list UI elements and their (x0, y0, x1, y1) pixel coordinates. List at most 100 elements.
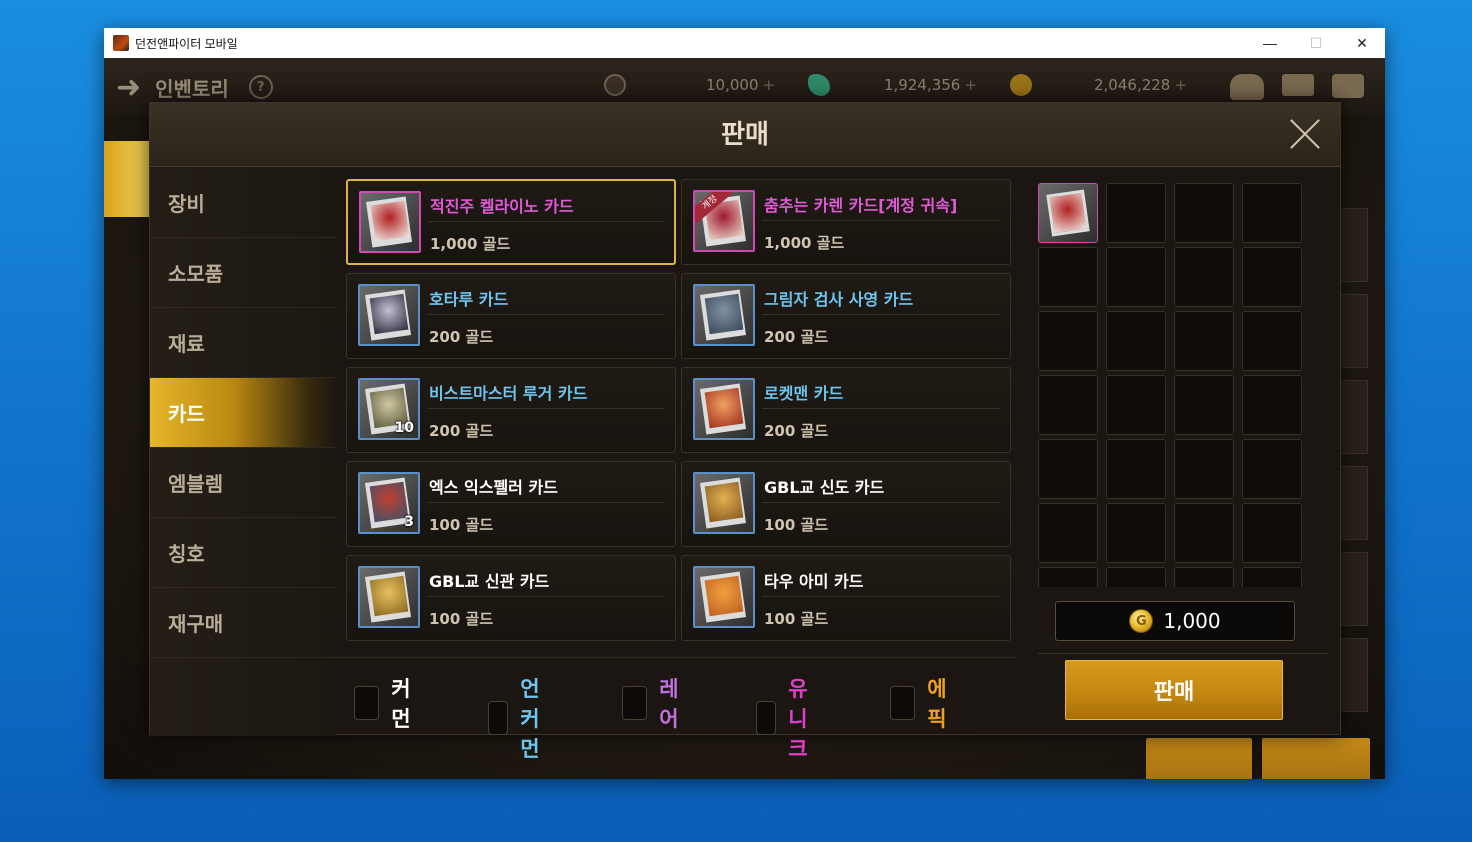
filter-label: 언커먼 (520, 677, 540, 761)
close-icon[interactable] (1288, 117, 1322, 151)
gold-coin-icon: G (1129, 609, 1154, 633)
card-divider (762, 596, 1000, 597)
card-art (369, 481, 409, 523)
background-button (1146, 738, 1252, 779)
menu-item-cards[interactable]: 카드 (150, 378, 336, 448)
filter-checkbox[interactable] (488, 701, 509, 735)
card-item[interactable]: GBL교 신도 카드 100 골드 (681, 461, 1011, 547)
background-item (1340, 552, 1368, 626)
currency-1-value: 10,000 + (706, 76, 776, 94)
sell-slot-empty[interactable] (1106, 439, 1166, 499)
card-price: 1,000 골드 (430, 235, 511, 253)
card-list: 적진주 켈라이노 카드 1,000 골드 계정 춤추는 카렌 카드[계정 귀속] 1,0… (346, 179, 1014, 647)
card-item[interactable]: 10 비스트마스터 루거 카드 200 골드 (346, 367, 676, 453)
filter-checkbox[interactable] (622, 686, 648, 720)
sell-slot-empty[interactable] (1242, 375, 1302, 435)
sell-slot-empty[interactable] (1242, 183, 1302, 243)
card-item[interactable]: 적진주 켈라이노 카드 1,000 골드 (346, 179, 676, 265)
title-bar: 던전앤파이터 모바일 — ☐ ✕ (104, 28, 1385, 58)
rarity-filter[interactable]: 에픽 (890, 673, 955, 733)
card-item[interactable]: 호타루 카드 200 골드 (346, 273, 676, 359)
background-item (1340, 208, 1368, 282)
card-item[interactable]: 그림자 검사 사영 카드 200 골드 (681, 273, 1011, 359)
card-name: 로켓맨 카드 (764, 384, 844, 403)
background-item (1340, 380, 1368, 454)
menu-item-consumables[interactable]: 소모품 (150, 238, 336, 308)
card-divider (762, 314, 1000, 315)
back-arrow-icon[interactable]: ➜ (116, 70, 141, 105)
card-count: 10 (394, 420, 414, 436)
card-price: 100 골드 (429, 516, 494, 534)
card-item[interactable]: 타우 아미 카드 100 골드 (681, 555, 1011, 641)
sell-slot-empty[interactable] (1242, 247, 1302, 307)
sell-slot-empty[interactable] (1242, 567, 1302, 587)
sell-button[interactable]: 판매 (1065, 660, 1283, 720)
maximize-button[interactable]: ☐ (1293, 28, 1339, 58)
close-window-button[interactable]: ✕ (1339, 28, 1385, 58)
menu-item-emblems[interactable]: 엠블렘 (150, 448, 336, 518)
help-icon[interactable]: ? (248, 75, 273, 99)
filter-checkbox[interactable] (890, 686, 916, 720)
sell-slot-empty[interactable] (1038, 247, 1098, 307)
sell-slot-empty[interactable] (1106, 567, 1166, 587)
window-controls: — ☐ ✕ (1247, 28, 1385, 58)
card-art (704, 575, 744, 617)
mail-icon[interactable] (1282, 74, 1314, 96)
sell-slot-empty[interactable] (1106, 247, 1166, 307)
sell-slot-empty[interactable] (1038, 375, 1098, 435)
card-art (369, 293, 409, 335)
sell-slot-empty[interactable] (1038, 567, 1098, 587)
sell-slot-empty[interactable] (1174, 503, 1234, 563)
card-item[interactable]: 계정 춤추는 카렌 카드[계정 귀속] 1,000 골드 (681, 179, 1011, 265)
card-item[interactable]: 로켓맨 카드 200 골드 (681, 367, 1011, 453)
rarity-filter[interactable]: 유니크 (756, 673, 821, 763)
divider (336, 657, 1016, 658)
sell-slot-empty[interactable] (1242, 439, 1302, 499)
sell-slot-empty[interactable] (1106, 503, 1166, 563)
divider (1038, 653, 1328, 654)
background-item (1340, 466, 1368, 540)
sell-slot-empty[interactable] (1242, 311, 1302, 371)
sell-slot-empty[interactable] (1038, 439, 1098, 499)
rarity-filter[interactable]: 레어 (622, 673, 687, 733)
sell-slot-empty[interactable] (1174, 375, 1234, 435)
chat-icon[interactable] (1332, 74, 1364, 98)
sell-slot-empty[interactable] (1174, 183, 1234, 243)
sell-slot-empty[interactable] (1106, 311, 1166, 371)
filter-label: 레어 (659, 677, 679, 731)
card-price: 200 골드 (429, 422, 494, 440)
menu-item-titles[interactable]: 칭호 (150, 518, 336, 588)
card-item[interactable]: 3 엑스 익스펠러 카드 100 골드 (346, 461, 676, 547)
sell-slot-empty[interactable] (1174, 311, 1234, 371)
sell-slot-empty[interactable] (1242, 503, 1302, 563)
menu-item-equipment[interactable]: 장비 (150, 168, 336, 238)
sell-slot-empty[interactable] (1038, 311, 1098, 371)
sell-slot-empty[interactable] (1174, 567, 1234, 587)
modal-title: 판매 (721, 120, 769, 150)
card-price: 100 골드 (764, 516, 829, 534)
rarity-filter[interactable]: 커먼 (354, 673, 419, 733)
card-thumbnail (693, 284, 755, 346)
card-divider (427, 502, 665, 503)
background-item (1340, 638, 1368, 712)
sell-slot-empty[interactable] (1106, 375, 1166, 435)
sell-slot-empty[interactable] (1038, 503, 1098, 563)
bag-icon[interactable] (1230, 74, 1264, 100)
menu-item-materials[interactable]: 재료 (150, 308, 336, 378)
background-tab (104, 141, 149, 217)
card-item[interactable]: GBL교 신관 카드 100 골드 (346, 555, 676, 641)
card-name: 춤추는 카렌 카드[계정 귀속] (764, 196, 958, 215)
currency-3-value: 2,046,228 + (1094, 76, 1187, 94)
card-thumbnail: 10 (358, 378, 420, 440)
menu-item-buyback[interactable]: 재구매 (150, 588, 336, 658)
sell-slot-empty[interactable] (1174, 247, 1234, 307)
minimize-button[interactable]: — (1247, 28, 1293, 58)
filter-checkbox[interactable] (756, 701, 777, 735)
sell-slot-empty[interactable] (1174, 439, 1234, 499)
sell-slot-filled[interactable] (1038, 183, 1098, 243)
card-name: GBL교 신관 카드 (429, 572, 550, 591)
sell-slot-empty[interactable] (1106, 183, 1166, 243)
rarity-filter[interactable]: 언커먼 (488, 673, 553, 763)
category-menu: 장비 소모품 재료 카드 엠블렘 칭호 재구매 (150, 168, 336, 736)
filter-checkbox[interactable] (354, 686, 380, 720)
